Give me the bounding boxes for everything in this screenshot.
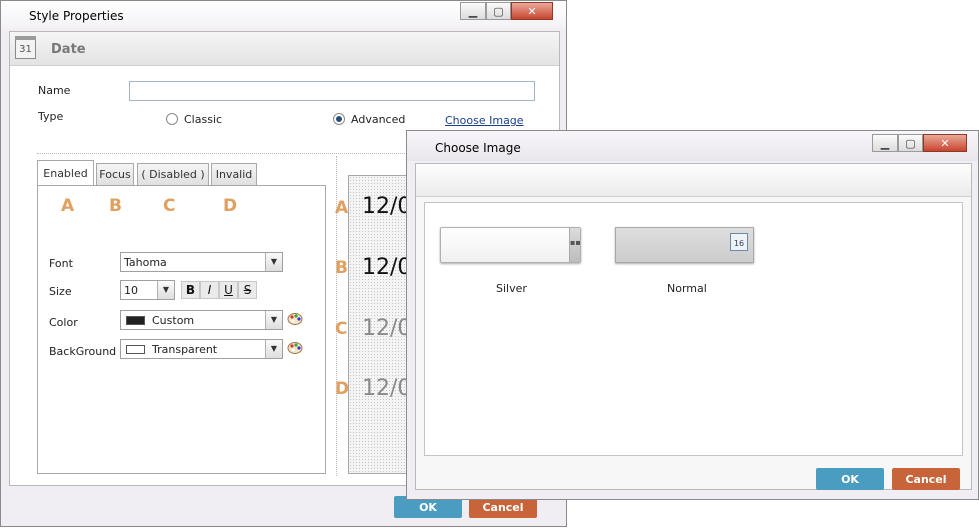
- background-value: Transparent: [152, 343, 218, 356]
- type-label: Type: [38, 110, 64, 123]
- tab-enabled[interactable]: Enabled: [37, 160, 94, 185]
- radio-advanced-label: Advanced: [351, 113, 406, 126]
- minimize-icon: ▁: [468, 4, 478, 18]
- background-picker-icon[interactable]: [287, 341, 303, 355]
- section-header: 31 Date: [10, 32, 559, 66]
- close-icon: ✕: [940, 136, 950, 150]
- size-label: Size: [49, 285, 72, 298]
- choose-image-link[interactable]: Choose Image: [445, 114, 524, 127]
- preview-letter-a: A: [335, 198, 349, 218]
- chevron-down-icon[interactable]: ▼: [265, 311, 282, 329]
- calendar-icon: 16: [730, 233, 748, 251]
- tab-invalid[interactable]: Invalid: [211, 163, 257, 185]
- dialog-close-button[interactable]: ✕: [923, 134, 967, 152]
- chevron-down-icon[interactable]: ▼: [265, 340, 282, 358]
- dialog-minimize-button[interactable]: ▁: [872, 134, 898, 152]
- background-select[interactable]: Transparent ▼: [120, 339, 283, 359]
- dialog-header-bar: [416, 164, 971, 197]
- italic-button[interactable]: I: [200, 281, 219, 299]
- header-title: Date: [51, 42, 86, 57]
- radio-classic-label: Classic: [184, 113, 223, 126]
- color-value: Custom: [152, 314, 195, 327]
- tab-disabled[interactable]: ( Disabled ): [137, 163, 209, 185]
- ellipsis-icon: ▪▪: [569, 228, 581, 262]
- calendar-icon: 31: [15, 36, 36, 59]
- size-select[interactable]: 10 ▼: [120, 280, 175, 300]
- title-bar[interactable]: Style Properties ▁ ▢ ✕: [1, 1, 566, 29]
- size-value: 10: [124, 284, 138, 297]
- tab-panel: A B C D Font Tahoma ▼ Size 10 ▼ B I U S …: [37, 185, 326, 474]
- tab-focus[interactable]: Focus: [96, 163, 134, 185]
- window-title: Style Properties: [29, 9, 124, 23]
- color-swatch: [126, 316, 145, 325]
- state-letter-d: D: [223, 196, 238, 216]
- preview-text-a: 12/0: [362, 194, 412, 219]
- silver-preview: ▪▪: [440, 227, 581, 263]
- preview-letter-d: D: [335, 379, 350, 399]
- maximize-button[interactable]: ▢: [486, 2, 511, 20]
- choose-image-dialog: Choose Image ▁ ▢ ✕ ▪▪ Silver 16 Normal O…: [406, 130, 979, 500]
- strikethrough-button[interactable]: S: [238, 281, 257, 299]
- chevron-down-icon[interactable]: ▼: [265, 253, 282, 271]
- image-option-normal[interactable]: 16: [615, 227, 754, 263]
- color-picker-icon[interactable]: [287, 312, 303, 326]
- preview-text-c: 12/0: [362, 316, 412, 341]
- color-select[interactable]: Custom ▼: [120, 310, 283, 330]
- chevron-down-icon[interactable]: ▼: [157, 281, 174, 299]
- state-letter-b: B: [109, 196, 122, 216]
- font-value: Tahoma: [124, 256, 167, 269]
- dialog-title-bar[interactable]: Choose Image ▁ ▢ ✕: [407, 131, 978, 161]
- name-label: Name: [38, 84, 71, 97]
- image-option-silver[interactable]: ▪▪: [440, 227, 581, 263]
- dialog-title: Choose Image: [435, 141, 521, 155]
- preview-text-d: 12/0: [362, 376, 412, 401]
- state-letter-a: A: [61, 196, 75, 216]
- silver-label: Silver: [496, 282, 527, 295]
- preview-text-b: 12/0: [362, 255, 412, 280]
- dialog-cancel-button[interactable]: Cancel: [892, 468, 960, 490]
- close-button[interactable]: ✕: [511, 2, 553, 20]
- radio-classic[interactable]: [166, 113, 178, 125]
- maximize-icon: ▢: [905, 136, 916, 150]
- dialog-maximize-button[interactable]: ▢: [898, 134, 923, 152]
- calendar-day: 31: [19, 44, 32, 55]
- dialog-ok-button[interactable]: OK: [816, 468, 884, 490]
- background-swatch: [126, 345, 145, 354]
- font-select[interactable]: Tahoma ▼: [120, 252, 283, 272]
- maximize-icon: ▢: [493, 4, 504, 18]
- calendar-day: 16: [733, 239, 745, 248]
- minimize-icon: ▁: [880, 136, 890, 150]
- name-input[interactable]: [129, 81, 535, 101]
- close-icon: ✕: [527, 4, 537, 18]
- state-letter-c: C: [163, 196, 176, 216]
- radio-advanced[interactable]: [333, 113, 345, 125]
- bold-button[interactable]: B: [181, 281, 200, 299]
- color-label: Color: [49, 316, 78, 329]
- font-label: Font: [49, 257, 73, 270]
- preview-letter-c: C: [335, 319, 348, 339]
- dialog-window-controls: ▁ ▢ ✕: [872, 134, 967, 152]
- preview-letter-b: B: [335, 258, 348, 278]
- background-label: BackGround: [49, 345, 117, 358]
- minimize-button[interactable]: ▁: [460, 2, 486, 20]
- window-controls: ▁ ▢ ✕: [460, 2, 553, 20]
- normal-label: Normal: [667, 282, 707, 295]
- image-options-panel: ▪▪ Silver 16 Normal: [424, 202, 963, 456]
- dialog-content: ▪▪ Silver 16 Normal OK Cancel: [415, 163, 972, 490]
- underline-button[interactable]: U: [219, 281, 238, 299]
